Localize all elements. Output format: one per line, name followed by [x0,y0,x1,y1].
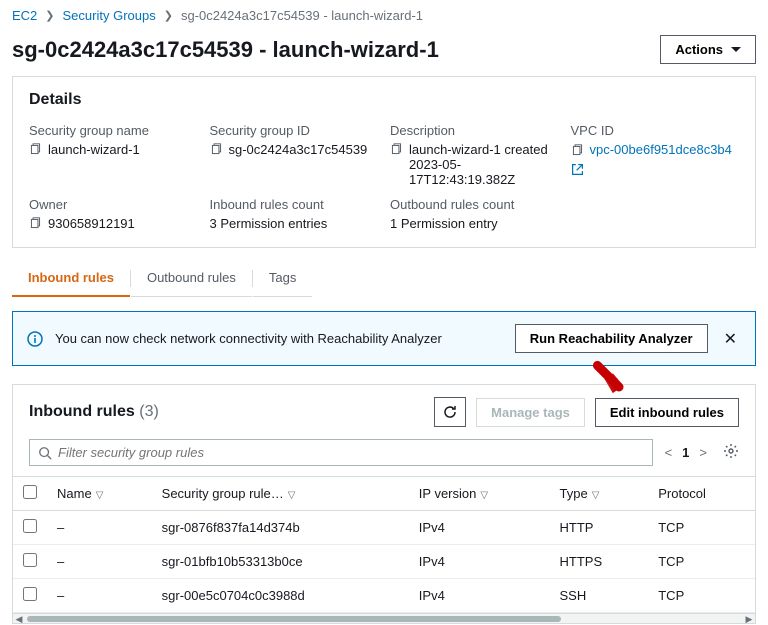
rules-count: (3) [139,403,159,420]
value-sg-name: launch-wizard-1 [48,142,140,157]
label-description: Description [390,123,559,138]
value-inbound-count: 3 Permission entries [210,216,328,231]
page-next[interactable]: > [699,445,707,460]
refresh-icon [442,404,458,420]
tabs: Inbound rules Outbound rules Tags [12,260,756,297]
breadcrumb-root[interactable]: EC2 [12,8,37,23]
refresh-button[interactable] [434,397,466,427]
cell-name: – [47,545,152,579]
page-title: sg-0c2424a3c17c54539 - launch-wizard-1 [12,37,439,63]
label-sg-id: Security group ID [210,123,379,138]
cell-name: – [47,579,152,613]
details-panel: Details Security group name launch-wizar… [12,76,756,248]
row-checkbox[interactable] [23,587,37,601]
cell-protocol: TCP [648,511,755,545]
row-checkbox[interactable] [23,519,37,533]
close-icon[interactable]: ✕ [720,329,741,349]
cell-type: SSH [550,579,649,613]
col-name[interactable]: Name▽ [47,477,152,511]
breadcrumb: EC2 ❯ Security Groups ❯ sg-0c2424a3c17c5… [0,0,768,31]
value-description: launch-wizard-1 created 2023-05-17T12:43… [409,142,559,187]
chevron-right-icon: ❯ [164,9,173,22]
label-inbound-count: Inbound rules count [210,197,379,212]
select-all-checkbox[interactable] [23,485,37,499]
vpc-link[interactable]: vpc-00be6f951dce8c3b4 [590,142,732,157]
search-box[interactable] [29,439,653,466]
table-row[interactable]: –sgr-01bfb10b53313b0ceIPv4HTTPSTCP [13,545,755,579]
horizontal-scrollbar[interactable]: ◀ ▶ [13,613,755,623]
label-owner: Owner [29,197,198,212]
annotation-arrow-icon [592,360,628,396]
copy-icon[interactable] [571,144,584,157]
caret-down-icon [731,47,741,52]
col-rule-id[interactable]: Security group rule…▽ [152,477,409,511]
label-vpc-id: VPC ID [571,123,740,138]
page-prev[interactable]: < [665,445,673,460]
search-input[interactable] [58,445,644,460]
cell-protocol: TCP [648,545,755,579]
copy-icon[interactable] [210,143,223,156]
rules-table: Name▽ Security group rule…▽ IP version▽ … [13,476,755,613]
cell-rule-id: sgr-00e5c0704c0c3988d [152,579,409,613]
cell-protocol: TCP [648,579,755,613]
cell-ip-version: IPv4 [409,545,550,579]
cell-type: HTTP [550,511,649,545]
chevron-right-icon: ❯ [45,9,54,22]
row-checkbox[interactable] [23,553,37,567]
tab-inbound[interactable]: Inbound rules [12,260,130,297]
breadcrumb-current: sg-0c2424a3c17c54539 - launch-wizard-1 [181,8,423,23]
edit-inbound-rules-button[interactable]: Edit inbound rules [595,398,739,427]
cell-rule-id: sgr-01bfb10b53313b0ce [152,545,409,579]
tab-tags[interactable]: Tags [253,260,312,297]
tab-outbound[interactable]: Outbound rules [131,260,252,297]
cell-ip-version: IPv4 [409,579,550,613]
value-outbound-count: 1 Permission entry [390,216,498,231]
table-row[interactable]: –sgr-0876f837fa14d374bIPv4HTTPTCP [13,511,755,545]
col-type[interactable]: Type▽ [550,477,649,511]
table-row[interactable]: –sgr-00e5c0704c0c3988dIPv4SSHTCP [13,579,755,613]
info-icon [27,331,43,347]
actions-label: Actions [675,42,723,57]
search-icon [38,446,52,460]
value-owner: 930658912191 [48,216,135,231]
label-outbound-count: Outbound rules count [390,197,559,212]
copy-icon[interactable] [29,217,42,230]
reachability-banner: You can now check network connectivity w… [12,311,756,366]
cell-ip-version: IPv4 [409,511,550,545]
label-sg-name: Security group name [29,123,198,138]
col-ip-version[interactable]: IP version▽ [409,477,550,511]
details-title: Details [13,77,755,119]
page-number: 1 [682,445,689,460]
external-link-icon[interactable] [571,163,584,176]
col-protocol[interactable]: Protocol [648,477,755,511]
value-sg-id: sg-0c2424a3c17c54539 [229,142,368,157]
copy-icon[interactable] [29,143,42,156]
settings-gear-icon[interactable] [723,443,739,462]
cell-name: – [47,511,152,545]
manage-tags-button: Manage tags [476,398,585,427]
breadcrumb-parent[interactable]: Security Groups [63,8,156,23]
cell-rule-id: sgr-0876f837fa14d374b [152,511,409,545]
run-reachability-button[interactable]: Run Reachability Analyzer [515,324,708,353]
inbound-rules-panel: Inbound rules (3) Manage tags Edit inbou… [12,384,756,624]
rules-title: Inbound rules [29,403,135,420]
copy-icon[interactable] [390,143,403,156]
banner-text: You can now check network connectivity w… [55,331,503,346]
cell-type: HTTPS [550,545,649,579]
actions-button[interactable]: Actions [660,35,756,64]
